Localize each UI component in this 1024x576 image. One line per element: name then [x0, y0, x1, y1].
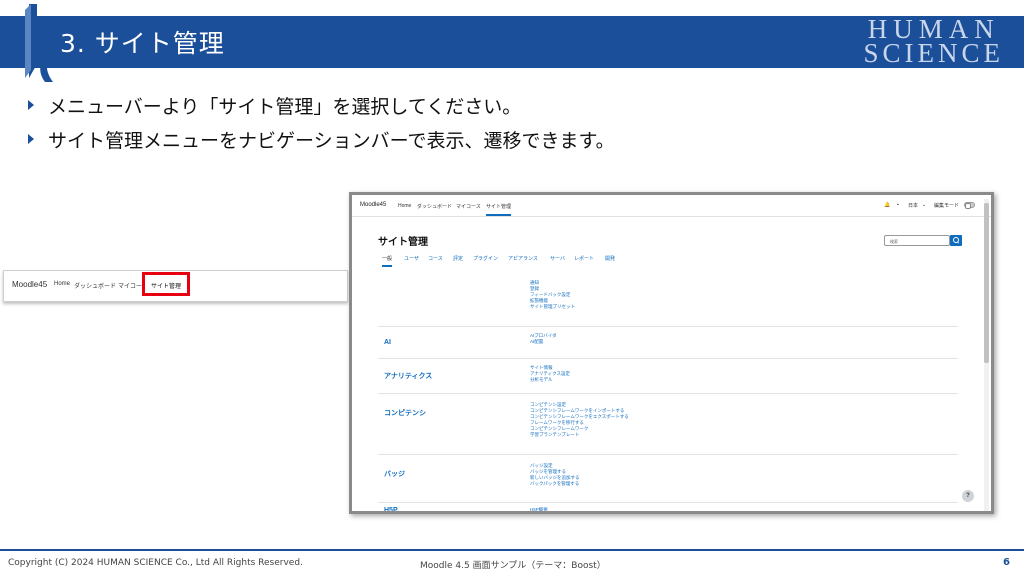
bullet-text: メニューバーより「サイト管理」を選択してください。	[48, 95, 522, 118]
tab-users[interactable]: ユーザ	[404, 255, 419, 262]
search-input[interactable]: 検索	[884, 235, 950, 246]
bullet-item: メニューバーより「サイト管理」を選択してください。	[28, 88, 615, 122]
bullet-list: メニューバーより「サイト管理」を選択してください。 サイト管理メニューをナビゲー…	[28, 88, 615, 156]
section-heading[interactable]: コンピテンシ	[384, 408, 426, 418]
company-logo-icon	[25, 4, 53, 82]
page-title: サイト管理	[378, 237, 428, 248]
navbar-crop: Moodle45 Home ダッシュボード マイコー サイト管理	[3, 270, 348, 302]
admin-link[interactable]: 分析モデル	[530, 377, 570, 383]
section-heading[interactable]: アナリティクス	[384, 371, 432, 381]
scrollbar-thumb[interactable]	[984, 203, 989, 363]
search-icon[interactable]	[950, 235, 962, 246]
page-number: 6	[1003, 557, 1010, 568]
message-icon[interactable]: ▪	[897, 202, 899, 208]
language-menu[interactable]: 日本	[908, 202, 918, 209]
brand-line-2: SCIENCE	[863, 38, 1004, 68]
site-name[interactable]: Moodle45	[12, 280, 47, 289]
edit-mode-label: 編集モード	[934, 203, 960, 209]
notification-icon[interactable]: 🔔	[884, 202, 890, 208]
slide-title: 3. サイト管理	[60, 29, 225, 58]
moodle-screenshot: Moodle45 Home ダッシュボード マイコース サイト管理 🔔 ▪ 日本…	[349, 192, 994, 514]
tab-reports[interactable]: レポート	[574, 255, 594, 262]
tab-server[interactable]: サーバ	[550, 255, 565, 262]
brand-wordmark: HUMAN SCIENCE	[863, 16, 1004, 68]
copyright-text: Copyright (C) 2024 HUMAN SCIENCE Co., Lt…	[8, 558, 303, 568]
admin-link[interactable]: H5P概要	[530, 507, 548, 511]
bullet-arrow-icon	[28, 134, 34, 144]
nav-home[interactable]: Home	[54, 281, 70, 287]
chevron-down-icon[interactable]: ⌄	[922, 202, 926, 208]
section-links: サイト情報 アナリティクス設定 分析モデル	[530, 365, 570, 383]
bullet-item: サイト管理メニューをナビゲーションバーで表示、遷移できます。	[28, 122, 615, 156]
nav-mycourses[interactable]: マイコー	[118, 281, 142, 290]
section-divider	[378, 393, 958, 394]
tab-appearance[interactable]: アピアランス	[508, 255, 538, 262]
top-navbar: Moodle45 Home ダッシュボード マイコース サイト管理 🔔 ▪ 日本…	[352, 195, 991, 217]
footer-divider	[0, 549, 1024, 551]
edit-mode-toggle[interactable]	[964, 202, 975, 209]
site-name[interactable]: Moodle45	[360, 202, 386, 208]
footer-caption: Moodle 4.5 画面サンプル（テーマ：Boost）	[420, 561, 606, 571]
help-button[interactable]: ?	[962, 490, 974, 502]
section-divider	[378, 454, 958, 455]
nav-site-admin[interactable]: サイト管理	[486, 203, 512, 216]
tab-plugins[interactable]: プラグイン	[473, 255, 498, 262]
nav-dashboard[interactable]: ダッシュボード	[74, 281, 116, 290]
section-links: AIプロバイダ AI配置	[530, 333, 557, 345]
section-links: H5P概要	[530, 507, 548, 511]
tab-courses[interactable]: コース	[428, 255, 443, 262]
nav-home[interactable]: Home	[398, 203, 411, 209]
bullet-arrow-icon	[28, 100, 34, 110]
tab-development[interactable]: 開発	[605, 255, 615, 262]
section-divider	[378, 502, 958, 503]
section-links: バッジ設定 バッジを管理する 新しいバッジを追加する バックパックを管理する	[530, 463, 580, 487]
section-links: コンピテンシ設定 コンピテンシフレームワークをインポートする コンピテンシフレー…	[530, 402, 629, 438]
admin-link[interactable]: AI配置	[530, 339, 557, 345]
nav-mycourses[interactable]: マイコース	[456, 203, 481, 210]
section-links: 通知 登録 フィードバック設定 拡張機能 サイト管理プリセット	[530, 280, 575, 310]
tab-grades[interactable]: 評定	[453, 255, 463, 262]
section-divider	[378, 326, 958, 327]
admin-link[interactable]: 学習プランテンプレート	[530, 432, 629, 438]
section-heading[interactable]: AI	[384, 339, 391, 346]
tab-general[interactable]: 一般	[382, 255, 393, 267]
highlight-box: サイト管理	[142, 272, 190, 296]
admin-link[interactable]: バックパックを管理する	[530, 481, 580, 487]
admin-link[interactable]: サイト管理プリセット	[530, 304, 575, 310]
scrollbar[interactable]	[984, 199, 989, 511]
nav-dashboard[interactable]: ダッシュボード	[417, 203, 452, 210]
section-divider	[378, 358, 958, 359]
section-heading[interactable]: H5P	[384, 507, 398, 511]
bullet-text: サイト管理メニューをナビゲーションバーで表示、遷移できます。	[48, 129, 615, 152]
section-heading[interactable]: バッジ	[384, 469, 405, 479]
nav-site-admin[interactable]: サイト管理	[151, 281, 181, 290]
